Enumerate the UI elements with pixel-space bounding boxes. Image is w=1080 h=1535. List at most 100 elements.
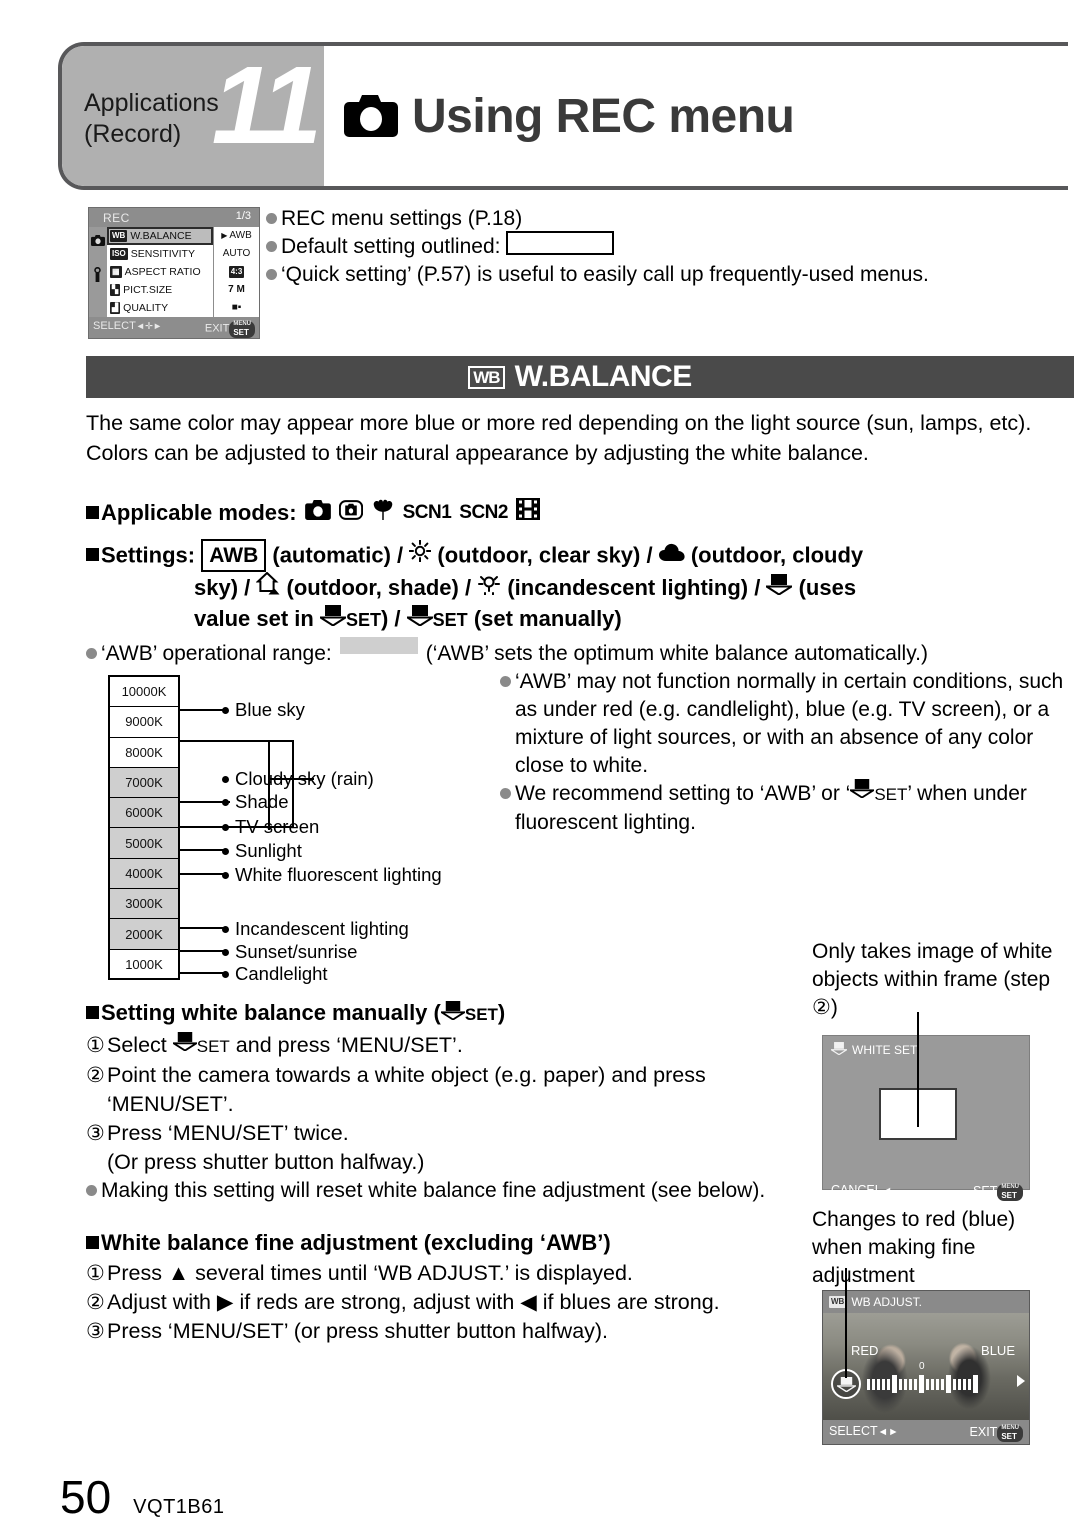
bullet-icon bbox=[266, 269, 277, 280]
wb-badge-icon: WB bbox=[468, 365, 505, 389]
white-set-lcd-title: WHITE SET bbox=[852, 1043, 918, 1057]
settings-row: Settings: AWB (automatic) / (outdoor, cl… bbox=[86, 539, 1076, 635]
quality-tag-icon: ▟ bbox=[110, 301, 121, 314]
rec-lcd-page: 1/3 bbox=[235, 210, 251, 222]
leader-line bbox=[292, 740, 294, 826]
scn2-label: SCN2 bbox=[459, 502, 508, 523]
cancel-label[interactable]: CANCEL bbox=[831, 1183, 882, 1197]
row-label: QUALITY bbox=[123, 301, 169, 314]
right-arrow-icon bbox=[1017, 1375, 1025, 1387]
row-value: 4:3 bbox=[228, 265, 245, 278]
bullet-icon bbox=[86, 648, 97, 659]
manual-heading: Setting white balance manually (SET) bbox=[86, 998, 806, 1029]
kelvin-tick: 5000K bbox=[110, 828, 178, 859]
row-label: W.BALANCE bbox=[130, 229, 192, 242]
dpad-icon: ◄✛► bbox=[135, 321, 163, 331]
callout-leader-line bbox=[917, 1012, 919, 1127]
kelvin-tick: 6000K bbox=[110, 798, 178, 829]
fine-step-2: ② Adjust with ▶ if reds are strong, adju… bbox=[86, 1290, 720, 1314]
manual-step-3-sub: (Or press shutter button halfway.) bbox=[107, 1150, 425, 1174]
chapter-label: Applications (Record) bbox=[84, 89, 219, 148]
wb-adjust-lcd-title: WB ADJUST. bbox=[851, 1295, 923, 1309]
cloud-cloudy-icon bbox=[658, 540, 685, 569]
settings-text-3a: value set in bbox=[194, 606, 314, 632]
wb-adjust-slider[interactable] bbox=[867, 1375, 1009, 1393]
kelvin-tick: 3000K bbox=[110, 889, 178, 920]
fine-adjustment-block: White balance fine adjustment (excluding… bbox=[86, 1228, 806, 1346]
leader-line bbox=[180, 826, 294, 828]
kelvin-label: Blue sky bbox=[235, 699, 305, 720]
settings-text-1b: (outdoor, clear sky) / bbox=[437, 542, 653, 568]
document-id: VQT1B61 bbox=[133, 1496, 225, 1518]
awb-note-2: We recommend setting to ‘AWB’ or ‘SET’ w… bbox=[500, 778, 1080, 837]
kelvin-label: White fluorescent lighting bbox=[235, 864, 442, 885]
kelvin-tick: 7000K bbox=[110, 768, 178, 799]
rec-menu-row-wbalance[interactable]: WB W.BALANCE ▶ AWB bbox=[107, 226, 259, 245]
row-value: 7 M bbox=[213, 280, 259, 299]
kelvin-tick: 1000K bbox=[125, 957, 163, 973]
left-right-arrow-icon: ◄► bbox=[877, 1426, 899, 1438]
awb-range-prefix: ‘AWB’ operational range: bbox=[101, 642, 332, 665]
rec-lcd-footer: SELECT◄✛► EXIT MENU SET bbox=[89, 317, 259, 338]
white-set-icon bbox=[170, 1030, 200, 1059]
row-label: ASPECT RATIO bbox=[124, 265, 201, 278]
menu-set-button-icon[interactable]: MENU SET bbox=[229, 321, 255, 338]
row-value: ■▪ bbox=[213, 298, 259, 317]
kelvin-label: Shade bbox=[235, 791, 289, 812]
rec-menu-row-quality[interactable]: ▟ QUALITY ■▪ bbox=[107, 298, 259, 317]
rec-menu-row-pict-size[interactable]: ▚ PICT.SIZE 7 M bbox=[107, 280, 259, 299]
menu-set-button-icon[interactable]: MENU SET bbox=[997, 1184, 1023, 1201]
white-set-icon bbox=[438, 998, 468, 1027]
select-label: SELECT bbox=[829, 1424, 878, 1438]
row-value: AUTO bbox=[213, 244, 259, 263]
set-suffix-label: SET bbox=[874, 785, 908, 804]
bullet-icon bbox=[500, 676, 511, 687]
settings-text-1a: (automatic) / bbox=[272, 542, 404, 568]
kelvin-label: Incandescent lighting bbox=[235, 918, 409, 939]
set-suffix-label: SET bbox=[345, 610, 381, 631]
set-suffix-label: SET bbox=[196, 1037, 230, 1056]
chapter-number: 11 bbox=[211, 44, 322, 167]
rec-menu-row-sensitivity[interactable]: ISO SENSITIVITY AUTO bbox=[107, 244, 259, 263]
live-view-preview bbox=[823, 1313, 1029, 1421]
manual-white-balance-block: Setting white balance manually (SET) ① S… bbox=[86, 998, 806, 1205]
kelvin-tick: 9000K bbox=[110, 707, 178, 738]
exit-label[interactable]: EXIT bbox=[970, 1425, 998, 1439]
aspect-ratio-tag-icon: ▦ bbox=[110, 265, 122, 278]
page-title: Using REC menu bbox=[412, 89, 795, 143]
pict-size-tag-icon: ▚ bbox=[110, 283, 121, 296]
square-bullet-icon bbox=[86, 548, 99, 561]
rec-menu-row-aspect-ratio[interactable]: ▦ ASPECT RATIO 4:3 bbox=[107, 262, 259, 281]
dot-marker bbox=[222, 775, 229, 783]
set-suffix-label: SET bbox=[464, 1005, 498, 1024]
bullet-icon bbox=[86, 1185, 97, 1196]
kelvin-tick: 4000K bbox=[110, 859, 178, 890]
default-setting-outline-box bbox=[506, 231, 615, 255]
leader-line bbox=[270, 778, 314, 780]
white-set-icon bbox=[847, 778, 877, 806]
white-set-icon bbox=[403, 604, 436, 633]
white-set-callout-text: Only takes image of white objects within… bbox=[812, 940, 1053, 1019]
leader-line bbox=[180, 849, 226, 851]
camera-icon bbox=[304, 498, 331, 528]
set-suffix-label: SET bbox=[432, 610, 468, 631]
menu-set-button-icon[interactable]: MENU SET bbox=[997, 1425, 1023, 1442]
set-label[interactable]: SET bbox=[973, 1184, 997, 1198]
manual-step-2: ② Point the camera towards a white objec… bbox=[86, 1063, 706, 1116]
awb-notes: ‘AWB’ may not function normally in certa… bbox=[500, 668, 1080, 837]
applicable-modes-row: Applicable modes: SCN1 SCN2 bbox=[86, 498, 1076, 528]
kelvin-label: Candlelight bbox=[235, 963, 328, 984]
leader-line bbox=[180, 709, 228, 711]
center-value-label: 0 bbox=[919, 1361, 925, 1372]
bullet-icon bbox=[500, 788, 511, 799]
kelvin-label: Sunset/sunrise bbox=[235, 941, 358, 962]
awb-box: AWB bbox=[201, 539, 267, 572]
note-quick-setting: ‘Quick setting’ (P.57) is useful to easi… bbox=[266, 261, 1076, 289]
applicable-modes-label: Applicable modes: bbox=[101, 500, 297, 525]
footer-select-label: SELECT bbox=[93, 320, 136, 332]
settings-text-2a: sky) / bbox=[194, 575, 251, 600]
blue-label: BLUE bbox=[981, 1343, 1015, 1358]
settings-text-2c: (incandescent lighting) / bbox=[507, 575, 761, 600]
bullet-icon bbox=[266, 213, 277, 224]
square-bullet-icon bbox=[86, 506, 99, 519]
